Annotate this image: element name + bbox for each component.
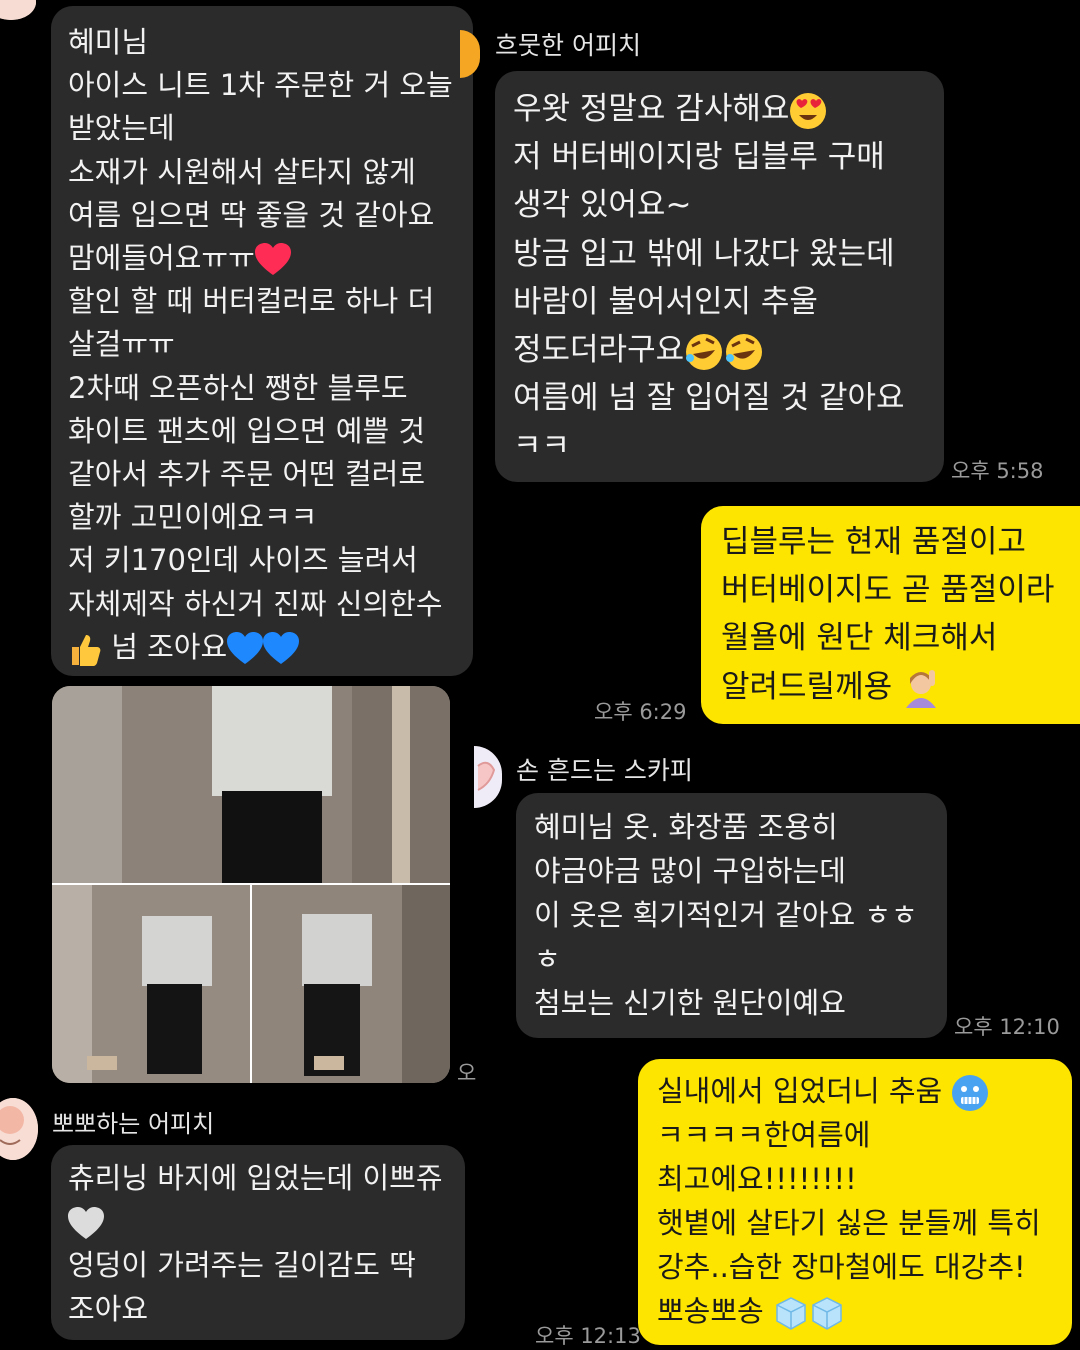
- my-reply-bubble-1[interactable]: 딥블루는 현재 품절이고 버터베이지도 곧 품절이라 월욜에 원단 체크해서 알…: [701, 506, 1080, 724]
- apeach-avatar-icon: [0, 1098, 38, 1160]
- message-line-with-emoji: 우왓 정말요 감사해요: [513, 85, 944, 133]
- message-line: 엉덩이 가려주는 길이감도 딱: [68, 1248, 416, 1282]
- message-line: 우왓 정말요 감사해요: [513, 91, 790, 127]
- message-line: 이 옷은 획기적인거 같아요 ㅎㅎ: [534, 898, 918, 932]
- message-line-with-emoji: 알려드릴께용: [721, 663, 1080, 711]
- message-line: 여름에 넘 잘 입어질 것 같아요: [513, 380, 905, 417]
- message-line: 조아요: [68, 1291, 149, 1326]
- sender-avatar[interactable]: [0, 1098, 38, 1160]
- message-line: 방금 입고 밖에 나갔다 왔는데: [513, 235, 895, 272]
- message-line: 츄리닝 바지에 입었는데 이쁘쥬: [68, 1161, 443, 1195]
- message-line: 화이트 팬츠에 입으면 예쁠 것: [68, 413, 426, 448]
- sender-avatar-top-left[interactable]: [0, 0, 36, 20]
- message-line: 야금야금 많이 구입하는데: [534, 854, 846, 888]
- message-line: 아이스 니트 1차 주문한 거 오늘: [68, 68, 453, 103]
- scappy-avatar-icon: [477, 761, 496, 791]
- left-message-bubble-2[interactable]: 츄리닝 바지에 입었는데 이쁘쥬 엉덩이 가려주는 길이감도 딱 조아요: [51, 1145, 465, 1340]
- message-line: 버터베이지도 곧 품절이라: [721, 572, 1055, 609]
- message-line: 최고에요!!!!!!!!: [657, 1162, 857, 1196]
- message-line: 여름 입으면 딱 좋을 것 같아요: [68, 197, 435, 232]
- thumbs-up-icon: [72, 634, 101, 666]
- message-line: 저 버터베이지랑 딥블루 구매: [513, 139, 885, 176]
- message-line-with-emoji: 넘 조아요: [68, 626, 473, 669]
- message-line: 맘에들어요ㅠㅠ: [68, 241, 255, 276]
- apeach-avatar-icon: [0, 0, 36, 20]
- message-timestamp: 오후 5:58: [951, 459, 1044, 483]
- my-reply-bubble-2[interactable]: 실내에서 입었더니 추움 ㅋㅋㅋㅋ한여름에 최고에요!!!!!!!! 햇볕에 살…: [638, 1059, 1072, 1345]
- message-line: 혜미님 옷. 화장품 조용히: [534, 810, 838, 844]
- photo-timestamp: 오: [457, 1061, 477, 1085]
- message-line: 첨보는 신기한 원단이예요: [534, 986, 846, 1020]
- message-timestamp: 오후 12:10: [954, 1015, 1060, 1039]
- message-line-with-emoji: 뽀송뽀송: [657, 1289, 1072, 1333]
- rofl-icon: [726, 333, 763, 370]
- right-message-bubble-2[interactable]: 혜미님 옷. 화장품 조용히 야금야금 많이 구입하는데 이 옷은 획기적인거 …: [516, 793, 947, 1038]
- message-line: ㅋㅋㅋㅋ한여름에: [657, 1118, 871, 1152]
- blue-heart-icon: [263, 631, 300, 664]
- message-line-with-emoji: 실내에서 입었더니 추움: [657, 1069, 1072, 1113]
- sender-name: 손 흔드는 스카피: [516, 756, 693, 785]
- right-message-bubble-1[interactable]: 우왓 정말요 감사해요 저 버터베이지랑 딥블루 구매 생각 있어요~ 방금 입…: [495, 71, 944, 482]
- message-line-with-emoji: [68, 1201, 465, 1245]
- message-line: 저 키170인데 사이즈 늘려서: [68, 543, 418, 578]
- message-line: 바람이 불어서인지 추울: [513, 283, 818, 320]
- message-line: 실내에서 입었더니 추움: [657, 1074, 952, 1108]
- message-line: 강추..습한 장마철에도 대강추!: [657, 1250, 1026, 1284]
- sender-name: 흐뭇한 어피치: [495, 31, 641, 60]
- message-line: 할까 고민이에요ㅋㅋ: [68, 500, 318, 535]
- message-line: 월욜에 원단 체크해서: [721, 620, 998, 657]
- ice-cube-icon: [812, 1297, 842, 1330]
- message-line-with-heart: 맘에들어요ㅠㅠ: [68, 237, 473, 280]
- message-line-with-emoji: 정도더라구요: [513, 326, 944, 374]
- message-line: 정도더라구요: [513, 332, 685, 369]
- message-line: 생각 있어요~: [513, 187, 692, 224]
- woman-raising-hand-icon: [905, 670, 936, 709]
- message-line: 할인 할 때 버터컬러로 하나 더: [68, 284, 435, 319]
- message-timestamp: 오후 6:29: [594, 700, 687, 724]
- ice-cube-icon: [776, 1297, 806, 1330]
- message-line: 햇볕에 살타기 싫은 분들께 특히: [657, 1206, 1041, 1240]
- message-line: 같아서 추가 주문 어떤 컬러로: [68, 457, 426, 492]
- message-line: 딥블루는 현재 품절이고: [721, 524, 1026, 560]
- message-line: 혜미님: [68, 25, 149, 59]
- photo-attachment[interactable]: [52, 686, 450, 1083]
- message-line: ㅋㅋ: [513, 428, 571, 465]
- sender-avatar[interactable]: [474, 746, 502, 808]
- message-line: 받았는데: [68, 111, 175, 146]
- message-line: 소재가 시원해서 살타지 않게: [68, 154, 416, 189]
- message-line: ㅎ: [534, 942, 561, 976]
- red-heart-icon: [254, 243, 291, 276]
- sender-name: 뽀뽀하는 어피치: [52, 1110, 215, 1138]
- message-line: 살걸ㅠㅠ: [68, 327, 175, 362]
- sender-avatar[interactable]: [460, 30, 480, 78]
- rofl-icon: [686, 333, 723, 370]
- blue-heart-icon: [227, 631, 264, 664]
- message-line: 뽀송뽀송: [657, 1294, 773, 1328]
- white-heart-icon: [68, 1206, 104, 1239]
- left-message-bubble-1[interactable]: 혜미님 아이스 니트 1차 주문한 거 오늘 받았는데 소재가 시원해서 살타지…: [51, 6, 473, 676]
- message-line: 알려드릴께용: [721, 668, 902, 705]
- message-line: 넘 조아요: [102, 629, 228, 664]
- cold-face-icon: [952, 1075, 989, 1111]
- message-timestamp: 오후 12:13: [535, 1324, 641, 1348]
- message-line: 자체제작 하신거 진짜 신의한수: [68, 586, 443, 621]
- message-line: 2차때 오픈하신 쨍한 블루도: [68, 370, 408, 405]
- outfit-photo-collage: [52, 686, 450, 1083]
- heart-eyes-icon: [790, 92, 827, 129]
